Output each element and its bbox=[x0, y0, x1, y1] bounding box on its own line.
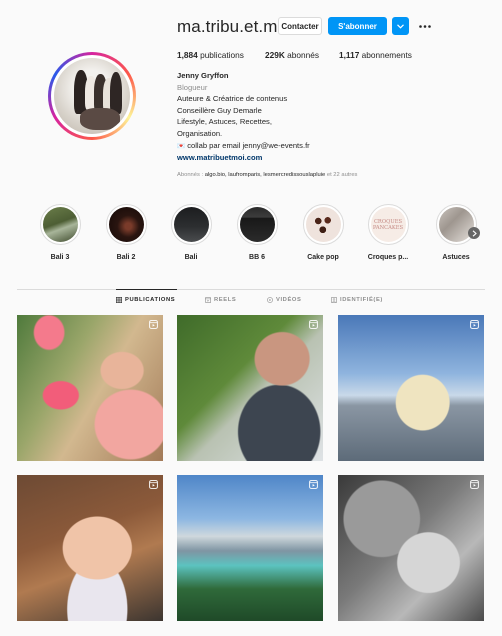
reel-badge-icon bbox=[470, 320, 479, 329]
post-thumbnail[interactable] bbox=[177, 315, 323, 461]
highlight-thumbnail bbox=[42, 207, 78, 242]
tag-icon bbox=[331, 297, 337, 303]
chevron-down-icon bbox=[397, 23, 404, 29]
bio-contact-text: collab par email jenny@we-events.fr bbox=[185, 140, 310, 150]
grid-icon bbox=[116, 297, 122, 303]
post-thumbnail[interactable] bbox=[338, 475, 484, 621]
tab-label: REELS bbox=[214, 297, 237, 303]
reel-badge-icon bbox=[309, 320, 318, 329]
reel-badge-icon bbox=[470, 480, 479, 489]
highlight-thumbnail bbox=[438, 207, 474, 242]
followers-stat[interactable]: 229K abonnés bbox=[265, 50, 319, 60]
highlight-ring bbox=[170, 204, 212, 245]
highlight-thumbnail bbox=[305, 207, 341, 242]
post-thumbnail[interactable] bbox=[17, 315, 163, 461]
post-thumbnail[interactable] bbox=[177, 475, 323, 621]
highlight-label: Bali 2 bbox=[116, 254, 136, 261]
profile-bio: Jenny Gryffon Blogueur Auteure & Créatri… bbox=[177, 70, 397, 164]
highlight-label: BB 6 bbox=[249, 254, 265, 261]
contact-button[interactable]: Contacter bbox=[278, 17, 322, 35]
follow-button[interactable]: S'abonner bbox=[328, 17, 387, 35]
bio-line: Auteure & Créatrice de contenus bbox=[177, 94, 288, 104]
highlight-item[interactable]: Bali bbox=[161, 204, 221, 261]
highlight-label: Cake pop bbox=[307, 254, 339, 261]
followed-by-prefix: Abonnés : bbox=[177, 172, 205, 178]
highlight-thumbnail: CROQUES PANCAKES bbox=[370, 207, 406, 242]
highlight-ring bbox=[39, 204, 81, 245]
highlights-next-button[interactable] bbox=[468, 227, 480, 239]
following-label: abonnements bbox=[361, 50, 412, 60]
followed-by-names: algo.bio, laufromparis, lesmercredissous… bbox=[204, 172, 326, 178]
highlight-thumbnail bbox=[173, 207, 209, 242]
avatar-border bbox=[51, 55, 133, 137]
highlight-label: Croques p... bbox=[367, 254, 409, 261]
tab-tagged[interactable]: IDENTIFIÉ(E) bbox=[331, 297, 383, 303]
more-options-button[interactable] bbox=[418, 17, 432, 35]
bio-line: Conseillère Guy Demarle bbox=[177, 105, 262, 115]
posts-count: 1,884 bbox=[177, 50, 198, 60]
posts-stat: 1,884 publications bbox=[177, 50, 244, 60]
highlight-ring: CROQUES PANCAKES bbox=[367, 204, 409, 245]
highlight-thumbnail bbox=[239, 207, 275, 242]
tab-label: VIDÉOS bbox=[276, 297, 302, 303]
reel-badge-icon bbox=[309, 480, 318, 489]
profile-category: Blogueur bbox=[177, 82, 208, 92]
highlight-ring bbox=[302, 204, 344, 245]
highlight-label: Astuces bbox=[442, 254, 470, 261]
profile-website-link[interactable]: www.matribuetmoi.com bbox=[177, 152, 397, 164]
envelope-heart-emoji: 💌 bbox=[177, 142, 186, 150]
profile-avatar-ring[interactable] bbox=[48, 52, 136, 140]
reel-badge-icon bbox=[149, 480, 158, 489]
bio-line: Organisation. bbox=[177, 128, 223, 138]
posts-label: publications bbox=[200, 50, 244, 60]
highlight-item[interactable]: CROQUES PANCAKES Croques p... bbox=[358, 204, 418, 261]
highlight-ring bbox=[236, 204, 278, 245]
highlight-item[interactable]: Bali 2 bbox=[96, 204, 156, 261]
followers-count: 229K bbox=[265, 50, 285, 60]
highlight-item[interactable]: Bali 3 bbox=[30, 204, 90, 261]
following-count: 1,117 bbox=[339, 50, 360, 60]
highlight-item[interactable]: Cake pop bbox=[293, 204, 353, 261]
highlight-thumb-text: PANCAKES bbox=[372, 224, 404, 231]
more-options-icon bbox=[419, 24, 431, 28]
highlight-thumbnail bbox=[108, 207, 144, 242]
profile-username: ma.tribu.et.moi bbox=[177, 17, 291, 36]
tab-label: PUBLICATIONS bbox=[125, 297, 176, 303]
highlight-ring bbox=[435, 204, 477, 245]
active-tab-indicator bbox=[116, 289, 177, 290]
highlight-ring bbox=[105, 204, 147, 245]
bio-line: Lifestyle, Astuces, Recettes, bbox=[177, 117, 272, 127]
highlight-item[interactable]: BB 6 bbox=[227, 204, 287, 261]
tab-reels[interactable]: REELS bbox=[205, 297, 236, 303]
post-thumbnail[interactable] bbox=[338, 315, 484, 461]
avatar bbox=[54, 58, 130, 134]
tab-videos[interactable]: VIDÉOS bbox=[267, 297, 302, 303]
suggestions-dropdown-button[interactable] bbox=[392, 17, 409, 35]
following-stat[interactable]: 1,117 abonnements bbox=[339, 50, 412, 60]
followed-by[interactable]: Abonnés : algo.bio, laufromparis, lesmer… bbox=[177, 172, 357, 178]
post-thumbnail[interactable] bbox=[17, 475, 163, 621]
reels-icon bbox=[205, 297, 211, 303]
tabs-divider bbox=[17, 289, 485, 290]
chevron-right-icon bbox=[472, 229, 477, 237]
reel-badge-icon bbox=[149, 320, 158, 329]
tab-label: IDENTIFIÉ(E) bbox=[340, 297, 383, 303]
bio-line-contact: 💌 collab par email jenny@we-events.fr bbox=[177, 140, 397, 153]
tab-publications[interactable]: PUBLICATIONS bbox=[116, 297, 175, 303]
highlight-label: Bali bbox=[184, 254, 198, 261]
followed-by-suffix: et 22 autres bbox=[325, 172, 358, 178]
play-icon bbox=[267, 297, 273, 303]
profile-full-name: Jenny Gryffon bbox=[177, 71, 229, 80]
highlight-label: Bali 3 bbox=[50, 254, 70, 261]
followers-label: abonnés bbox=[287, 50, 319, 60]
